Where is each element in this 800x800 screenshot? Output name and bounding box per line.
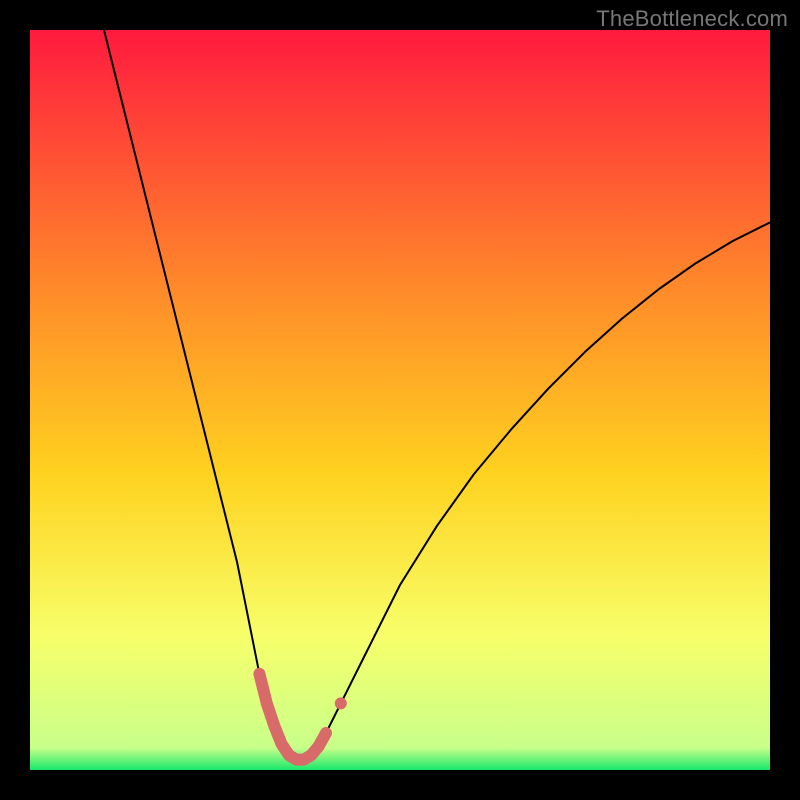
highlight-dot xyxy=(335,697,347,709)
chart-frame: TheBottleneck.com xyxy=(0,0,800,800)
chart-svg xyxy=(30,30,770,770)
gradient-background xyxy=(30,30,770,770)
plot-area xyxy=(30,30,770,770)
watermark-text: TheBottleneck.com xyxy=(596,6,788,32)
